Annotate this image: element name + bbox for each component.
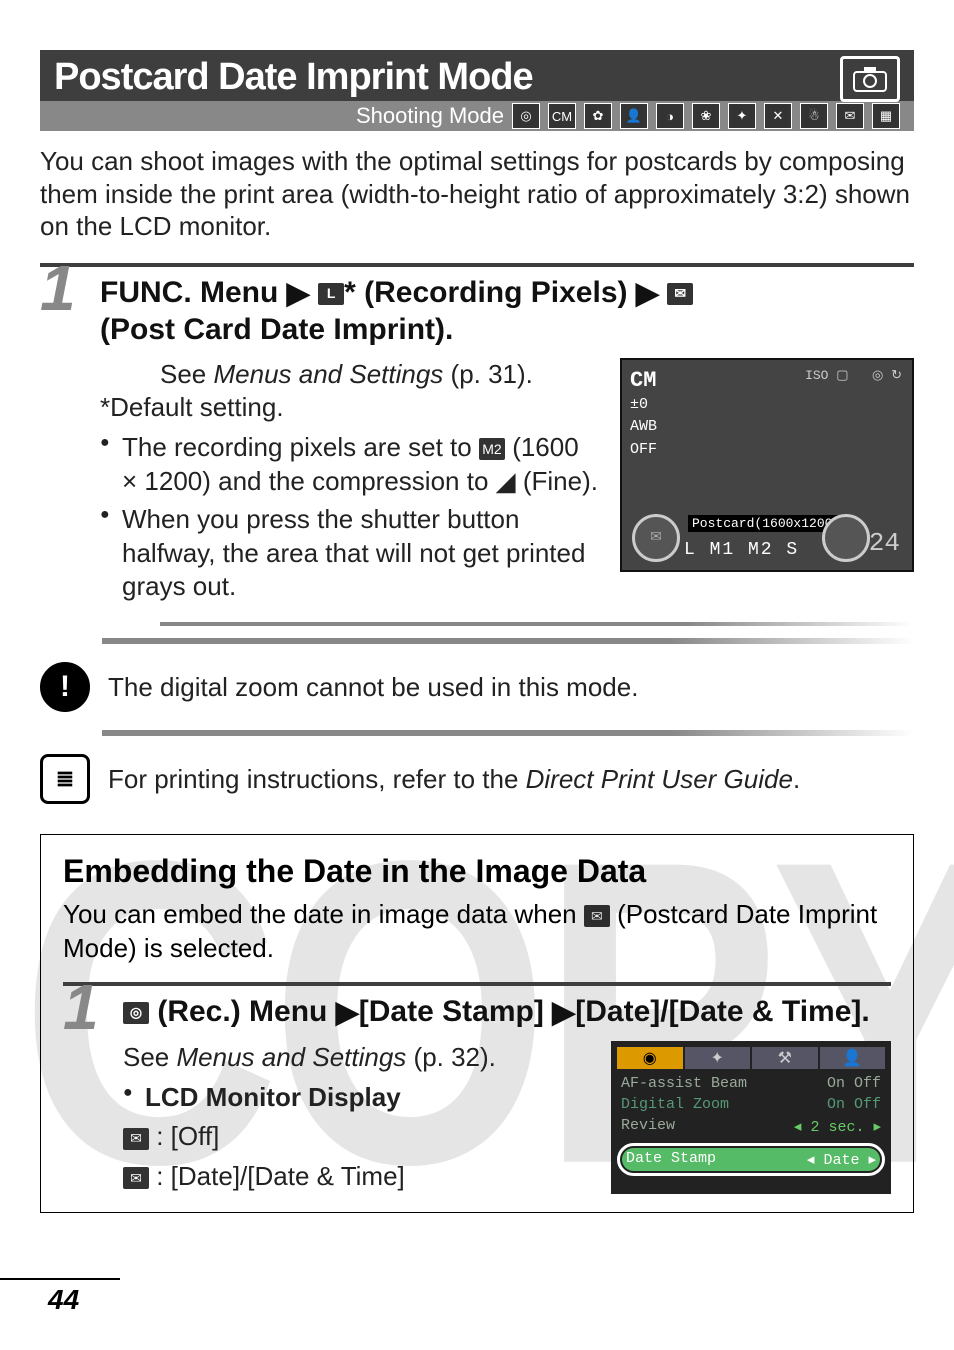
menu-row-selected: Date Stamp◂ Date ▸ <box>622 1148 880 1171</box>
menus-settings-ref: Menus and Settings <box>177 1042 407 1072</box>
lcd-mode: CM <box>630 368 656 393</box>
mode-icon: ☃ <box>800 103 828 129</box>
text: See <box>123 1042 177 1072</box>
text: (Post Card Date Imprint). <box>100 313 453 346</box>
embed-title: Embedding the Date in the Image Data <box>63 853 891 890</box>
m2-icon: M2 <box>479 438 505 460</box>
warning-text: The digital zoom cannot be used in this … <box>108 672 914 703</box>
warning-note: ! The digital zoom cannot be used in thi… <box>40 662 914 712</box>
postcard-icon: ✉ <box>123 1128 149 1150</box>
divider <box>102 638 914 644</box>
arrow-icon: ▶ <box>336 995 359 1031</box>
mode-icon: ◑ <box>656 103 684 129</box>
step-1: 1 FUNC. Menu ▶ L* (Recording Pixels) ▶ ✉… <box>40 263 914 627</box>
text: (p. 31). <box>443 359 533 389</box>
page-title: Postcard Date Imprint Mode <box>54 56 900 99</box>
step-body-text: See Menus and Settings (p. 31). *Default… <box>100 358 600 611</box>
postcard-icon: ✉ <box>584 905 610 927</box>
menu-tab: ✦ <box>685 1047 751 1069</box>
embedding-section: Embedding the Date in the Image Data You… <box>40 834 914 1213</box>
date-option: : [Date]/[Date & Time] <box>156 1161 405 1191</box>
mode-icon: 👤 <box>620 103 648 129</box>
page-number: 44 <box>48 1284 79 1316</box>
direct-print-guide-ref: Direct Print User Guide <box>526 764 793 794</box>
title-bar: Postcard Date Imprint Mode <box>40 50 914 101</box>
step-number: 1 <box>40 251 76 325</box>
mode-icon: ✉ <box>836 103 864 129</box>
divider <box>102 730 914 736</box>
text: . <box>793 764 800 794</box>
text: See <box>160 359 214 389</box>
info-note: ≣ For printing instructions, refer to th… <box>40 754 914 804</box>
text: You can embed the date in image data whe… <box>63 899 584 929</box>
text: [Date Stamp] <box>359 995 544 1028</box>
menu-highlight: Date Stamp◂ Date ▸ <box>617 1143 885 1176</box>
text: (p. 32). <box>406 1042 496 1072</box>
info-icon: ≣ <box>40 754 90 804</box>
menus-settings-ref: Menus and Settings <box>214 359 444 389</box>
text: For printing instructions, refer to the <box>108 764 526 794</box>
warning-icon: ! <box>40 662 90 712</box>
text: LCD Monitor Display <box>145 1082 401 1112</box>
mode-icon: ✦ <box>728 103 756 129</box>
divider <box>160 622 914 626</box>
menu-row: Review◂ 2 sec. ▸ <box>617 1115 885 1138</box>
page-number-rule <box>0 1278 120 1280</box>
text: (Rec.) Menu <box>149 995 327 1028</box>
step-heading: ◎ (Rec.) Menu ▶[Date Stamp] ▶[Date]/[Dat… <box>123 994 891 1031</box>
mode-icon: ◎ <box>512 103 540 129</box>
off-option: : [Off] <box>156 1121 219 1151</box>
mode-icon: ✕ <box>764 103 792 129</box>
L-icon: L <box>318 283 344 305</box>
embed-intro: You can embed the date in image data whe… <box>63 898 891 966</box>
menu-tab: 👤 <box>820 1047 886 1069</box>
lcd-resolution-label: Postcard(1600x1200) <box>688 515 844 532</box>
postcard-icon: ✉ <box>667 283 693 305</box>
menu-row: AF-assist BeamOn Off <box>617 1073 885 1094</box>
mode-icon: ✿ <box>584 103 612 129</box>
highlight-circle-icon: ✉ <box>632 514 680 562</box>
text: (Fine). <box>523 466 598 496</box>
default-note: *Default setting. <box>100 391 600 425</box>
camera-icon <box>840 56 900 102</box>
fine-icon: ◢ <box>496 466 523 496</box>
lcd-preview: CM ISO ▢ ◎ ↻ ±0 AWB OFF Postcard(1600x12… <box>620 358 914 572</box>
text: FUNC. Menu <box>100 276 278 309</box>
highlight-circle-icon <box>822 514 870 562</box>
info-text: For printing instructions, refer to the … <box>108 764 914 795</box>
arrow-icon: ▶ <box>287 276 310 312</box>
lcd-top-right: ISO ▢ ◎ ↻ <box>805 368 902 383</box>
text: The recording pixels are set to <box>122 432 479 462</box>
menu-tab-rec: ◉ <box>617 1047 683 1069</box>
text: [Date]/[Date & Time]. <box>575 995 870 1028</box>
lcd-display-heading: LCD Monitor Display <box>123 1081 591 1115</box>
camera-icon: ◎ <box>123 1002 149 1024</box>
menu-screen: ◉ ✦ ⚒ 👤 AF-assist BeamOn Off Digital Zoo… <box>611 1041 891 1194</box>
bullet-2: When you press the shutter button halfwa… <box>100 503 600 604</box>
menu-row <box>617 1138 885 1142</box>
step-body-text: See Menus and Settings (p. 32). LCD Moni… <box>123 1041 591 1194</box>
lcd-left-indicators: ±0 AWB OFF <box>630 394 657 462</box>
lcd-size-options: L M1 M2 S <box>684 540 799 560</box>
bullet-1: The recording pixels are set to M2 (1600… <box>100 431 600 499</box>
mode-icon: ❀ <box>692 103 720 129</box>
embed-step-1: 1 ◎ (Rec.) Menu ▶[Date Stamp] ▶[Date]/[D… <box>63 982 891 1194</box>
step-heading: FUNC. Menu ▶ L* (Recording Pixels) ▶ ✉ (… <box>100 275 914 348</box>
menu-tab: ⚒ <box>752 1047 818 1069</box>
arrow-icon: ▶ <box>552 995 575 1031</box>
shooting-mode-label: Shooting Mode <box>356 103 504 129</box>
text: * (Recording Pixels) <box>344 276 627 309</box>
arrow-icon: ▶ <box>636 276 659 312</box>
mode-icon: CM <box>548 103 576 129</box>
mode-icon: ▦ <box>872 103 900 129</box>
postcard-date-icon: ✉ <box>123 1167 149 1189</box>
shooting-mode-row: Shooting Mode ◎ CM ✿ 👤 ◑ ❀ ✦ ✕ ☃ ✉ ▦ <box>40 101 914 131</box>
intro-text: You can shoot images with the optimal se… <box>40 145 914 243</box>
step-number: 1 <box>63 970 99 1044</box>
menu-row-disabled: Digital ZoomOn Off <box>617 1094 885 1115</box>
lcd-count: 24 <box>869 528 900 558</box>
